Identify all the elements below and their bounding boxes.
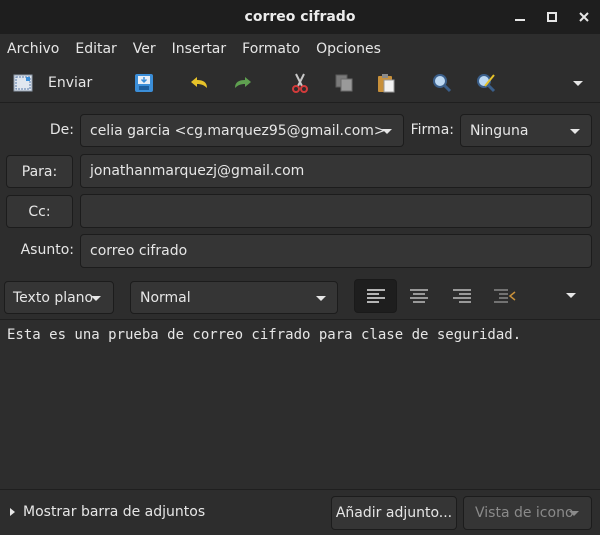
alignment-group [354, 279, 526, 313]
cc-button[interactable]: Cc: [6, 195, 73, 228]
decrease-indent-icon[interactable] [483, 279, 526, 313]
cc-button-label: Cc: [28, 203, 51, 220]
message-body[interactable]: Esta es una prueba de correo cifrado par… [0, 321, 600, 489]
format-overflow-chevron-down-icon[interactable] [566, 293, 576, 298]
menu-insertar[interactable]: Insertar [172, 41, 227, 57]
paragraph-style-value: Normal [140, 289, 191, 306]
toolbar-overflow-chevron-down-icon[interactable] [566, 69, 590, 97]
to-button[interactable]: Para: [6, 155, 73, 188]
paste-icon[interactable] [372, 69, 400, 97]
copy-icon[interactable] [330, 69, 358, 97]
view-mode-label: Vista de icono [475, 505, 574, 521]
to-field[interactable]: jonathanmarquezj@gmail.com [80, 154, 592, 188]
send-button[interactable]: Enviar [8, 69, 98, 97]
save-icon[interactable] [130, 69, 158, 97]
subject-label: Asunto: [20, 242, 74, 258]
close-icon[interactable] [568, 0, 600, 34]
to-value: jonathanmarquezj@gmail.com [90, 163, 305, 179]
send-label: Enviar [48, 75, 93, 91]
toolbar: Enviar [0, 63, 600, 103]
message-body-text: Esta es una prueba de correo cifrado par… [7, 327, 522, 343]
title-bar: correo cifrado [0, 0, 600, 34]
maximize-icon[interactable] [536, 0, 568, 34]
chevron-down-icon [316, 295, 326, 301]
show-attachments-label: Mostrar barra de adjuntos [23, 504, 206, 520]
show-attachments-toggle[interactable]: Mostrar barra de adjuntos [10, 504, 205, 520]
cc-field[interactable] [80, 194, 592, 228]
undo-icon[interactable] [186, 69, 214, 97]
signature-value: Ninguna [470, 122, 529, 139]
cut-icon[interactable] [286, 69, 314, 97]
to-button-label: Para: [21, 163, 58, 180]
chevron-down-icon [569, 511, 579, 516]
menu-archivo[interactable]: Archivo [7, 41, 59, 57]
spellcheck-icon[interactable] [472, 69, 500, 97]
align-right-icon[interactable] [440, 279, 483, 313]
format-mode-value: Texto plano [13, 289, 94, 306]
chevron-right-icon [10, 508, 15, 516]
paragraph-style-select[interactable]: Normal [130, 281, 338, 314]
chevron-down-icon [382, 128, 392, 134]
add-attachment-button[interactable]: Añadir adjunto... [331, 496, 457, 530]
chevron-down-icon [91, 295, 101, 301]
redo-icon[interactable] [228, 69, 256, 97]
menu-formato[interactable]: Formato [242, 41, 300, 57]
subject-value: correo cifrado [90, 243, 188, 259]
from-select[interactable]: celia garcia <cg.marquez95@gmail.com> [80, 114, 404, 147]
minimize-icon[interactable] [504, 0, 536, 34]
window-title: correo cifrado [244, 9, 356, 25]
menu-ver[interactable]: Ver [133, 41, 156, 57]
view-mode-select[interactable]: Vista de icono [463, 496, 592, 530]
signature-label: Firma: [410, 122, 454, 138]
align-left-icon[interactable] [354, 279, 397, 313]
format-mode-select[interactable]: Texto plano [4, 281, 114, 314]
chevron-down-icon [570, 128, 580, 134]
composer-window: correo cifrado Archivo Editar Ver Insert… [0, 0, 600, 535]
find-icon[interactable] [428, 69, 456, 97]
formatting-toolbar: Texto plano Normal [0, 276, 600, 320]
menu-editar[interactable]: Editar [75, 41, 116, 57]
signature-select[interactable]: Ninguna [460, 114, 592, 147]
attachment-bar: Mostrar barra de adjuntos Añadir adjunto… [0, 489, 600, 535]
subject-field[interactable]: correo cifrado [80, 234, 592, 268]
menu-opciones[interactable]: Opciones [316, 41, 381, 57]
from-value: celia garcia <cg.marquez95@gmail.com> [90, 122, 386, 139]
from-label: De: [49, 122, 74, 138]
add-attachment-label: Añadir adjunto... [335, 505, 453, 521]
menu-bar: Archivo Editar Ver Insertar Formato Opci… [0, 34, 600, 63]
send-icon [12, 72, 34, 94]
align-center-icon[interactable] [397, 279, 440, 313]
